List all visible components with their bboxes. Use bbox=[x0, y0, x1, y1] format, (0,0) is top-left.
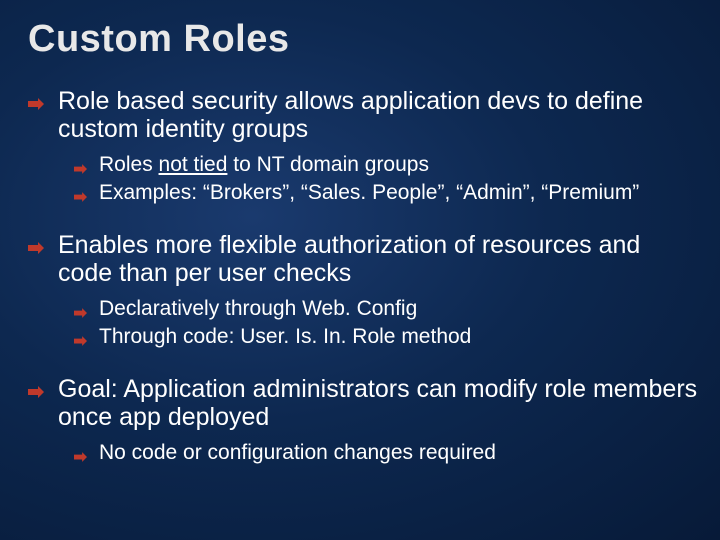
bullet-list-level2: Roles not tied to NT domain groups Examp… bbox=[74, 153, 698, 207]
bullet-icon bbox=[74, 449, 87, 467]
list-item: Declaratively through Web. Config bbox=[74, 297, 698, 323]
bullet-text: No code or configuration changes require… bbox=[99, 441, 496, 466]
list-item: No code or configuration changes require… bbox=[74, 441, 698, 467]
bullet-icon bbox=[74, 161, 87, 179]
bullet-icon bbox=[74, 305, 87, 323]
list-item: Roles not tied to NT domain groups bbox=[74, 153, 698, 179]
list-item: Through code: User. Is. In. Role method bbox=[74, 325, 698, 351]
bullet-text: Goal: Application administrators can mod… bbox=[58, 375, 698, 431]
bullet-text: Enables more flexible authorization of r… bbox=[58, 231, 698, 287]
bullet-text: Examples: “Brokers”, “Sales. People”, “A… bbox=[99, 181, 639, 206]
bullet-list-level2: No code or configuration changes require… bbox=[74, 441, 698, 467]
list-item: Enables more flexible authorization of r… bbox=[28, 231, 698, 351]
bullet-icon bbox=[28, 97, 44, 115]
bullet-icon bbox=[74, 189, 87, 207]
list-item: Goal: Application administrators can mod… bbox=[28, 375, 698, 467]
slide-title: Custom Roles bbox=[28, 18, 698, 61]
bullet-text: Through code: User. Is. In. Role method bbox=[99, 325, 471, 350]
list-item: Examples: “Brokers”, “Sales. People”, “A… bbox=[74, 181, 698, 207]
bullet-icon bbox=[28, 241, 44, 259]
bullet-list-level1: Role based security allows application d… bbox=[28, 87, 698, 467]
bullet-icon bbox=[28, 385, 44, 403]
bullet-icon bbox=[74, 333, 87, 351]
bullet-list-level2: Declaratively through Web. Config Throug… bbox=[74, 297, 698, 351]
list-item: Role based security allows application d… bbox=[28, 87, 698, 207]
bullet-text: Role based security allows application d… bbox=[58, 87, 698, 143]
bullet-text: Declaratively through Web. Config bbox=[99, 297, 417, 322]
bullet-text: Roles not tied to NT domain groups bbox=[99, 153, 429, 178]
